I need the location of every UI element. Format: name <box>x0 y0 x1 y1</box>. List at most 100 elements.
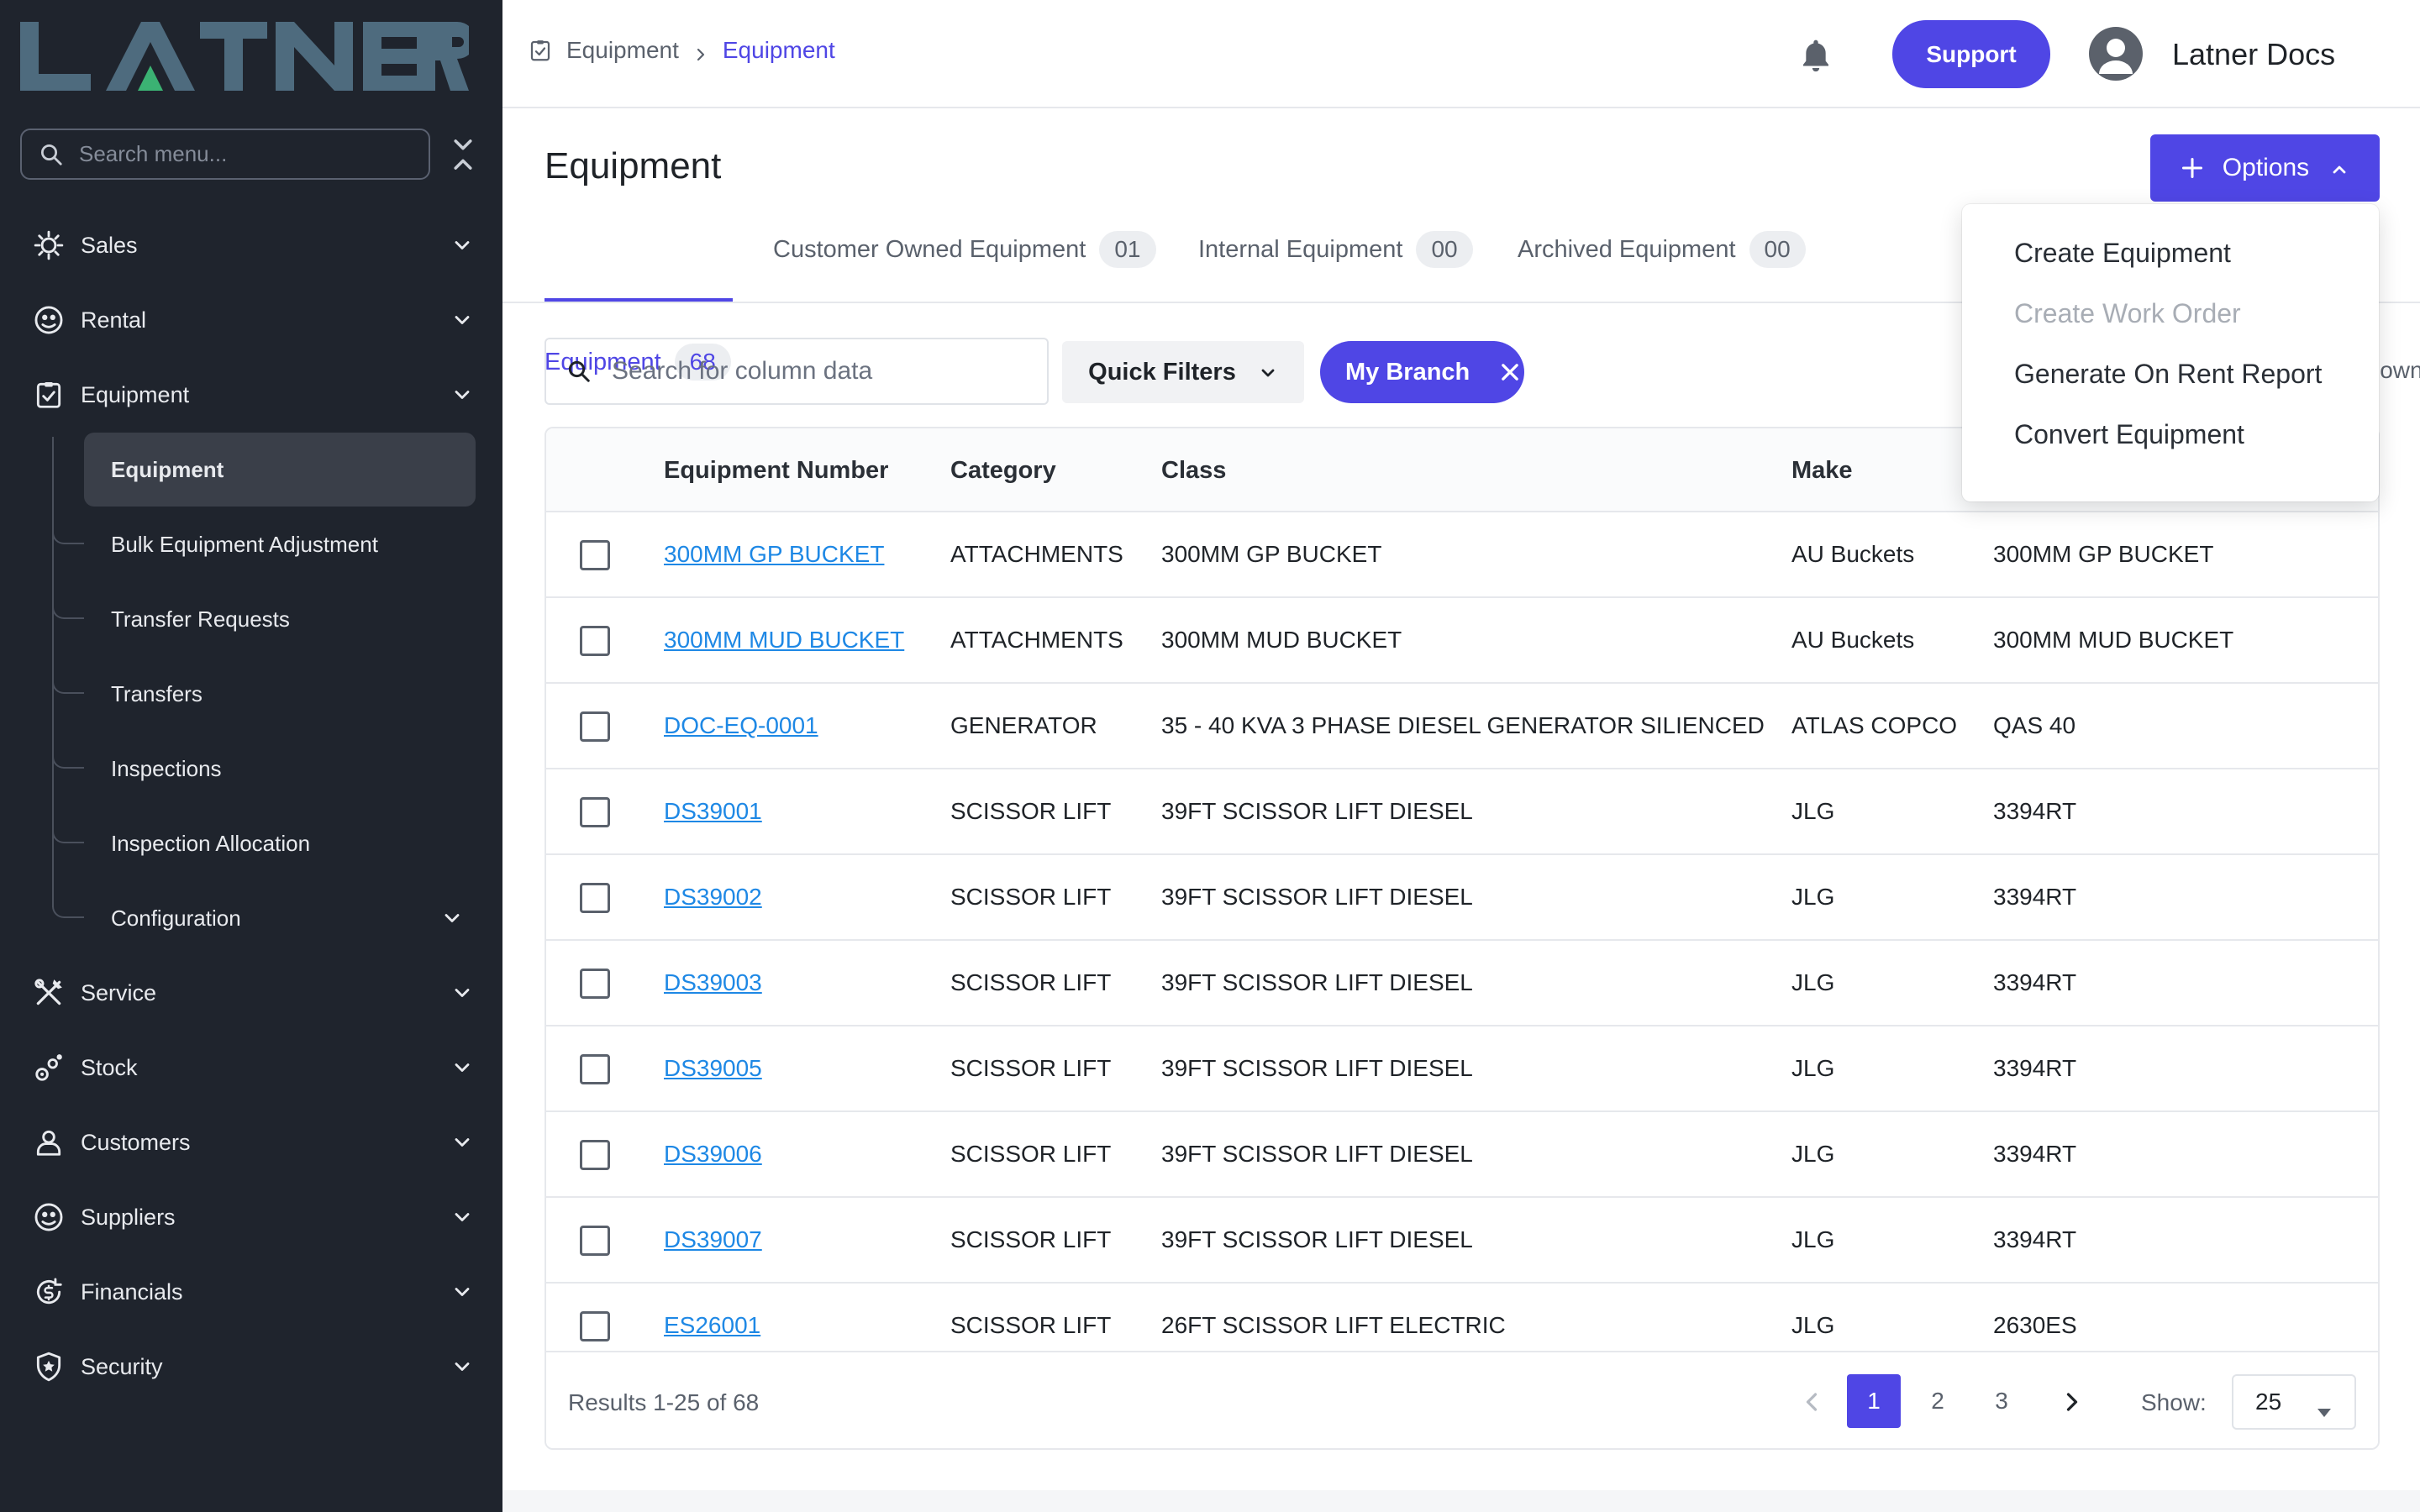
row-checkbox[interactable] <box>580 1140 610 1170</box>
close-icon[interactable] <box>1498 360 1522 384</box>
results-count: Results 1-25 of 68 <box>568 1389 760 1415</box>
sidebar-item-service[interactable]: Service <box>32 968 477 1018</box>
menu-item-create-work-order: Create Work Order <box>2014 297 2241 328</box>
menu-item-convert-equipment[interactable]: Convert Equipment <box>1962 404 2379 465</box>
row-checkbox[interactable] <box>580 797 610 827</box>
sidebar-item-label: Rental <box>81 307 147 333</box>
cell-class: 26FT SCISSOR LIFT ELECTRIC <box>1161 1312 1506 1338</box>
cell-equipment-number[interactable]: DOC-EQ-0001 <box>664 712 818 739</box>
sidebar-item-label: Financials <box>81 1278 183 1305</box>
menu-item-generate-on-rent-report[interactable]: Generate On Rent Report <box>1962 344 2379 404</box>
cell-make: JLG <box>1791 1226 1835 1252</box>
notifications-bell-icon[interactable] <box>1799 37 1833 74</box>
row-checkbox[interactable] <box>580 626 610 656</box>
submenu-item-label: Bulk Equipment Adjustment <box>111 531 378 557</box>
cell-equipment-number[interactable]: DS39002 <box>664 884 762 911</box>
row-checkbox[interactable] <box>580 711 610 742</box>
cell-model: 3394RT <box>1993 884 2077 910</box>
table-row: DS39003 SCISSOR LIFT 39FT SCISSOR LIFT DIE… <box>546 941 2378 1026</box>
sidebar-item-customers[interactable]: Customers <box>32 1117 477 1168</box>
cell-equipment-number[interactable]: 300MM GP BUCKET <box>664 541 884 568</box>
submenu-item-transfer-requests[interactable]: Transfer Requests <box>52 582 476 656</box>
page-size-select[interactable]: 25 <box>2232 1374 2356 1430</box>
column-header-class[interactable]: Class <box>1161 457 1226 485</box>
submenu-item-bulk-equipment-adjustment[interactable]: Bulk Equipment Adjustment <box>52 507 476 581</box>
row-checkbox[interactable] <box>580 540 610 570</box>
cell-category: SCISSOR LIFT <box>950 1055 1112 1081</box>
quick-filters-button[interactable]: Quick Filters <box>1062 341 1304 403</box>
sidebar-item-security[interactable]: Security <box>32 1341 477 1392</box>
cell-equipment-number[interactable]: DS39001 <box>664 798 762 825</box>
quick-filters-label: Quick Filters <box>1088 358 1236 386</box>
cell-equipment-number[interactable]: DS39003 <box>664 969 762 996</box>
table-search[interactable] <box>544 338 1049 405</box>
page-2-button[interactable]: 2 <box>1911 1374 1965 1428</box>
page-3-button[interactable]: 3 <box>1975 1374 2028 1428</box>
chevron-down-icon <box>450 1205 474 1229</box>
cell-model: 300MM MUD BUCKET <box>1993 627 2234 653</box>
search-icon <box>568 360 590 382</box>
submenu-item-label: Inspections <box>111 755 222 781</box>
column-header-make[interactable]: Make <box>1791 457 1853 485</box>
submenu-item-transfers[interactable]: Transfers <box>52 657 476 731</box>
filter-chip-label: My Branch <box>1345 358 1470 386</box>
menu-item-create-equipment[interactable]: Create Equipment <box>1962 223 2379 283</box>
cell-model: 3394RT <box>1993 1141 2077 1167</box>
sidebar-item-financials[interactable]: Financials <box>32 1267 477 1317</box>
user-name[interactable]: Latner Docs <box>2172 37 2335 72</box>
avatar[interactable] <box>2089 27 2143 81</box>
cell-category: SCISSOR LIFT <box>950 1312 1112 1338</box>
chevron-left-icon[interactable] <box>1802 1389 1822 1415</box>
sidebar-search[interactable] <box>20 129 430 180</box>
row-checkbox[interactable] <box>580 1311 610 1341</box>
submenu-item-inspections[interactable]: Inspections <box>52 732 476 806</box>
cell-make: JLG <box>1791 798 1835 824</box>
cell-model: 3394RT <box>1993 798 2077 824</box>
table-row: DS39006 SCISSOR LIFT 39FT SCISSOR LIFT DIE… <box>546 1112 2378 1198</box>
cell-equipment-number[interactable]: DS39006 <box>664 1141 762 1168</box>
cell-model: QAS 40 <box>1993 712 2076 738</box>
page-1-button[interactable]: 1 <box>1847 1374 1901 1428</box>
tab-customer-owned-equipment[interactable]: Customer Owned Equipment 01 <box>773 231 1156 320</box>
sidebar-item-sales[interactable]: Sales <box>32 220 477 270</box>
tab-archived-equipment[interactable]: Archived Equipment 00 <box>1518 231 1806 320</box>
sidebar-search-input[interactable] <box>79 141 415 167</box>
tab-internal-equipment[interactable]: Internal Equipment 00 <box>1198 231 1473 320</box>
row-checkbox[interactable] <box>580 1054 610 1084</box>
collapse-menu-button[interactable] <box>450 136 476 173</box>
table-search-input[interactable] <box>612 357 1032 386</box>
submenu-item-inspection-allocation[interactable]: Inspection Allocation <box>52 806 476 880</box>
submenu-item-configuration[interactable]: Configuration <box>52 881 476 955</box>
submenu-item-equipment[interactable]: Equipment <box>84 433 476 507</box>
chevron-right-icon[interactable] <box>2062 1389 2082 1415</box>
row-checkbox[interactable] <box>580 969 610 999</box>
sidebar-item-stock[interactable]: Stock <box>32 1042 477 1093</box>
my-branch-filter-chip[interactable]: My Branch <box>1320 341 1524 403</box>
top-header: Equipment Equipment Support Latner Docs <box>502 0 2420 108</box>
cell-equipment-number[interactable]: 300MM MUD BUCKET <box>664 627 904 654</box>
sales-icon <box>32 228 66 262</box>
brand-logo[interactable] <box>15 15 469 96</box>
rental-icon <box>32 303 66 337</box>
cell-class: 39FT SCISSOR LIFT DIESEL <box>1161 1141 1473 1167</box>
sidebar-item-suppliers[interactable]: Suppliers <box>32 1192 477 1242</box>
column-header-category[interactable]: Category <box>950 457 1056 485</box>
options-button[interactable]: Options <box>2150 134 2380 202</box>
chevron-down-icon <box>450 1355 474 1378</box>
row-checkbox[interactable] <box>580 883 610 913</box>
row-checkbox[interactable] <box>580 1226 610 1256</box>
cell-equipment-number[interactable]: DS39005 <box>664 1055 762 1082</box>
breadcrumb-link[interactable]: Equipment <box>566 37 679 64</box>
tab-label: Archived Equipment <box>1518 236 1736 263</box>
cell-equipment-number[interactable]: ES26001 <box>664 1312 760 1339</box>
cell-equipment-number[interactable]: DS39007 <box>664 1226 762 1253</box>
support-button[interactable]: Support <box>1892 20 2050 88</box>
page-bottom-strip <box>502 1490 2420 1512</box>
cell-class: 39FT SCISSOR LIFT DIESEL <box>1161 1055 1473 1081</box>
column-header-equipment-number[interactable]: Equipment Number <box>664 457 888 485</box>
sidebar-item-equipment[interactable]: Equipment <box>32 370 477 420</box>
table-footer: Results 1-25 of 68 1 2 3 Show: 25 <box>546 1351 2378 1448</box>
sidebar-item-rental[interactable]: Rental <box>32 295 477 345</box>
tab-count-badge: 01 <box>1099 231 1156 268</box>
cell-category: SCISSOR LIFT <box>950 884 1112 910</box>
